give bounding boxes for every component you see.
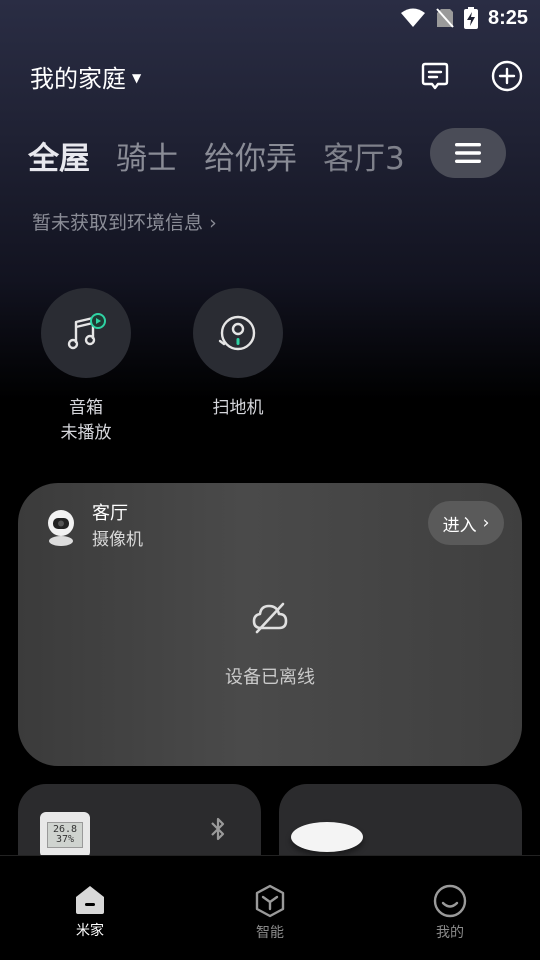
vacuum-shortcut[interactable]: 扫地机 bbox=[192, 288, 284, 446]
wifi-icon bbox=[400, 8, 426, 28]
speaker-status: 未播放 bbox=[60, 423, 112, 443]
plus-circle-icon bbox=[491, 60, 523, 92]
message-icon bbox=[421, 62, 449, 90]
speaker-label: 音箱 bbox=[69, 398, 103, 418]
profile-icon bbox=[433, 884, 467, 918]
caret-down-icon: ▼ bbox=[132, 71, 142, 85]
enter-button[interactable]: 进入 › bbox=[428, 501, 504, 545]
home-selector[interactable]: 我的家庭 ▼ bbox=[30, 59, 141, 94]
vacuum-label: 扫地机 bbox=[212, 398, 264, 418]
environment-info-link[interactable]: 暂未获取到环境信息 › bbox=[32, 208, 217, 235]
nav-home[interactable]: 米家 bbox=[0, 856, 180, 960]
nav-smart[interactable]: 智能 bbox=[180, 856, 360, 960]
offline-text: 设备已离线 bbox=[225, 667, 315, 688]
app-header: 我的家庭 ▼ bbox=[30, 56, 523, 96]
battery-charging-icon bbox=[463, 7, 478, 29]
no-sim-icon bbox=[436, 8, 454, 28]
nav-profile[interactable]: 我的 bbox=[360, 856, 540, 960]
room-menu-button[interactable] bbox=[430, 128, 506, 178]
messages-button[interactable] bbox=[418, 59, 452, 93]
camera-device-name: 摄像机 bbox=[92, 530, 143, 550]
menu-icon bbox=[455, 143, 481, 163]
smart-cube-icon bbox=[255, 884, 285, 918]
vacuum-robot-icon bbox=[218, 315, 256, 351]
camera-card[interactable]: 客厅 摄像机 进入 › 设备已离线 bbox=[18, 483, 522, 766]
robot-vacuum-image bbox=[291, 822, 363, 852]
camera-room: 客厅 bbox=[92, 503, 128, 524]
speaker-shortcut[interactable]: 音箱 未播放 bbox=[40, 288, 132, 446]
chevron-right-icon: › bbox=[482, 513, 490, 533]
clock: 8:25 bbox=[487, 6, 528, 29]
tab-room-3[interactable]: 给你弄 bbox=[204, 133, 297, 178]
quick-devices: 音箱 未播放 扫地机 bbox=[40, 288, 284, 446]
bottom-navigation: 米家 智能 我的 bbox=[0, 855, 540, 960]
tab-room-2[interactable]: 骑士 bbox=[116, 133, 178, 178]
tab-living-room[interactable]: 客厅3 bbox=[323, 133, 405, 178]
camera-device-icon bbox=[48, 510, 74, 546]
add-device-button[interactable] bbox=[490, 59, 524, 93]
cloud-offline-icon bbox=[252, 602, 288, 634]
status-bar: 8:25 bbox=[0, 0, 540, 36]
thermometer-device-image: 26.8 37% bbox=[40, 812, 90, 858]
tab-all-house[interactable]: 全屋 bbox=[28, 133, 90, 178]
offline-status: 设备已离线 bbox=[18, 601, 522, 689]
sensor-display-sub: 37% bbox=[55, 834, 75, 845]
chevron-right-icon: › bbox=[209, 212, 217, 234]
home-icon bbox=[76, 886, 104, 914]
home-name: 我的家庭 bbox=[30, 64, 126, 93]
music-note-icon bbox=[67, 313, 106, 350]
bluetooth-icon bbox=[211, 817, 225, 841]
room-tabs: 全屋 骑士 给你弄 客厅3 bbox=[28, 128, 540, 182]
